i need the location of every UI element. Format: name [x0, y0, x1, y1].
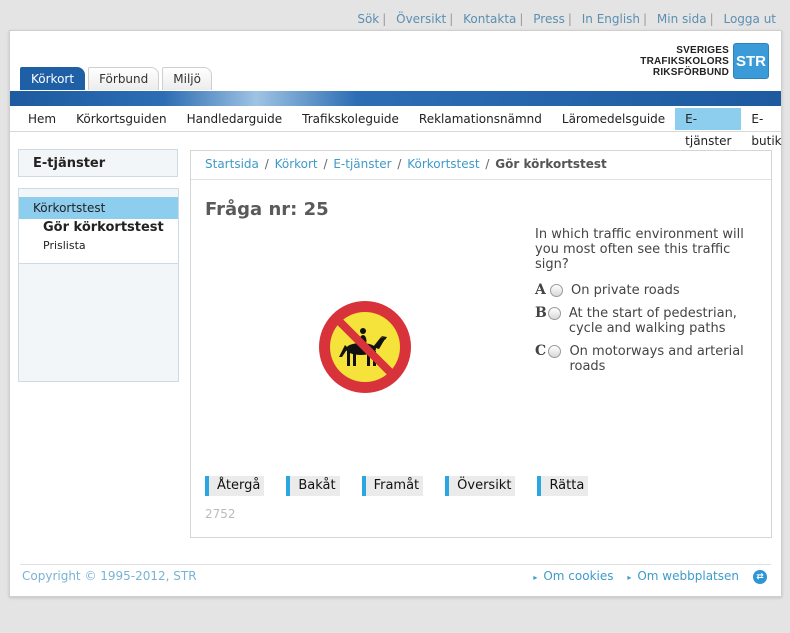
next-button[interactable]: Framåt: [361, 476, 424, 496]
breadcrumb: Startsida / Körkort / E-tjänster / Körko…: [191, 151, 771, 180]
sidebar-item-prislista[interactable]: Prislista: [19, 237, 178, 255]
cookies-link[interactable]: ▸ Om cookies: [533, 569, 613, 583]
content-box: Startsida / Körkort / E-tjänster / Körko…: [190, 150, 772, 538]
separator: |: [382, 12, 387, 26]
footer-divider: [20, 564, 771, 565]
nav-item-e-butik[interactable]: E-butik: [741, 108, 790, 148]
my-page-link[interactable]: Min sida: [657, 12, 707, 26]
breadcrumb-e-tjanster[interactable]: E-tjänster: [333, 157, 391, 171]
sidebar-menu: Körkortstest Gör körkortstest Prislista: [18, 188, 179, 382]
arrow-right-icon: ▸: [627, 573, 632, 582]
answer-text: On private roads: [571, 283, 680, 298]
question-title: Fråga nr: 25: [205, 199, 329, 220]
english-link[interactable]: In English: [582, 12, 640, 26]
divider: [10, 131, 781, 132]
separator: |: [449, 12, 454, 26]
grade-button[interactable]: Rätta: [537, 476, 589, 496]
breadcrumb-sep: /: [485, 157, 490, 171]
search-link[interactable]: Sök: [357, 12, 379, 26]
sidebar-group: Körkortstest Gör körkortstest Prislista: [19, 197, 178, 264]
sidebar-item-gor-korkortstest[interactable]: Gör körkortstest: [19, 219, 178, 237]
top-tabs: Körkort Förbund Miljö: [20, 67, 215, 90]
logo-line: TRAFIKSKOLORS: [640, 55, 729, 67]
separator: |: [643, 12, 648, 26]
question-id: 2752: [205, 507, 236, 521]
answer-option-a[interactable]: A On private roads: [535, 282, 760, 299]
cookies-link-label: Om cookies: [543, 569, 614, 583]
separator: |: [519, 12, 524, 26]
question-buttons: Återgå Bakåt Framåt Översikt Rätta: [205, 476, 610, 496]
nav-item-reklamationsnamnd[interactable]: Reklamationsnämnd: [409, 108, 552, 130]
teamviewer-icon[interactable]: ⇄: [753, 570, 767, 584]
answer-text: At the start of pedestrian, cycle and wa…: [568, 306, 737, 336]
breadcrumb-sep: /: [397, 157, 402, 171]
overview-link[interactable]: Översikt: [396, 12, 446, 26]
separator: |: [567, 12, 572, 26]
breadcrumb-startsida[interactable]: Startsida: [205, 157, 259, 171]
footer-links: ▸ Om cookies ▸ Om webbplatsen: [523, 569, 739, 583]
nav-item-hem[interactable]: Hem: [18, 108, 66, 130]
answer-radio-b[interactable]: [547, 307, 561, 320]
tab-miljo[interactable]: Miljö: [162, 67, 212, 90]
back-to-start-button[interactable]: Återgå: [205, 476, 265, 496]
breadcrumb-sep: /: [264, 157, 269, 171]
question-text: In which traffic environment will you mo…: [535, 227, 744, 272]
top-utility-links: Sök | Översikt | Kontakta | Press | In Engli…: [357, 12, 776, 26]
contact-link[interactable]: Kontakta: [463, 12, 516, 26]
header-bar: [10, 91, 781, 106]
nav-item-laromedelsguide[interactable]: Läromedelsguide: [552, 108, 675, 130]
answer-letter: A: [535, 282, 546, 298]
breadcrumb-korkortstest[interactable]: Körkortstest: [407, 157, 479, 171]
about-site-link[interactable]: ▸ Om webbplatsen: [627, 569, 739, 583]
overview-button[interactable]: Översikt: [445, 476, 516, 496]
logo-mark: STR: [733, 43, 769, 79]
arrow-right-icon: ▸: [533, 573, 538, 582]
answer-letter: C: [535, 343, 547, 359]
previous-button[interactable]: Bakåt: [286, 476, 340, 496]
answer-option-c[interactable]: C On motorways and arterial roads: [535, 343, 760, 375]
logo-line: SVERIGES: [676, 44, 729, 56]
answer-option-b[interactable]: B At the start of pedestrian, cycle and …: [535, 305, 760, 337]
no-horse-riding-sign-icon: [319, 301, 411, 393]
nav-item-handledarguide[interactable]: Handledarguide: [177, 108, 293, 130]
tab-korkort[interactable]: Körkort: [20, 67, 86, 90]
answer-radio-c[interactable]: [548, 345, 562, 358]
nav-item-korkortsguiden[interactable]: Körkortsguiden: [66, 108, 176, 130]
logo-line: RIKSFÖRBUND: [652, 66, 729, 78]
breadcrumb-current: Gör körkortstest: [495, 157, 607, 171]
tab-forbund[interactable]: Förbund: [88, 67, 160, 90]
about-site-link-label: Om webbplatsen: [637, 569, 739, 583]
breadcrumb-sep: /: [323, 157, 328, 171]
logo-text: SVERIGES TRAFIKSKOLORS RIKSFÖRBUND: [640, 45, 729, 78]
str-logo[interactable]: SVERIGES TRAFIKSKOLORS RIKSFÖRBUND STR: [640, 43, 769, 79]
answer-radio-a[interactable]: [550, 284, 563, 297]
copyright: Copyright © 1995-2012, STR: [22, 569, 197, 583]
nav-item-trafikskoleguide[interactable]: Trafikskoleguide: [292, 108, 409, 130]
main-nav: Hem Körkortsguiden Handledarguide Trafik…: [18, 108, 790, 148]
answer-text: On motorways and arterial roads: [569, 344, 744, 374]
sidebar-item-korkortstest[interactable]: Körkortstest: [19, 197, 178, 219]
sidebar-title: E-tjänster: [18, 149, 178, 177]
answer-letter: B: [535, 305, 547, 321]
nav-item-e-tjanster[interactable]: E-tjänster: [675, 108, 742, 148]
main-panel: SVERIGES TRAFIKSKOLORS RIKSFÖRBUND STR K…: [9, 30, 782, 597]
press-link[interactable]: Press: [533, 12, 565, 26]
answer-list: A On private roads B At the start of ped…: [535, 283, 760, 382]
separator: |: [709, 12, 714, 26]
breadcrumb-korkort[interactable]: Körkort: [275, 157, 318, 171]
logout-link[interactable]: Logga ut: [723, 12, 776, 26]
